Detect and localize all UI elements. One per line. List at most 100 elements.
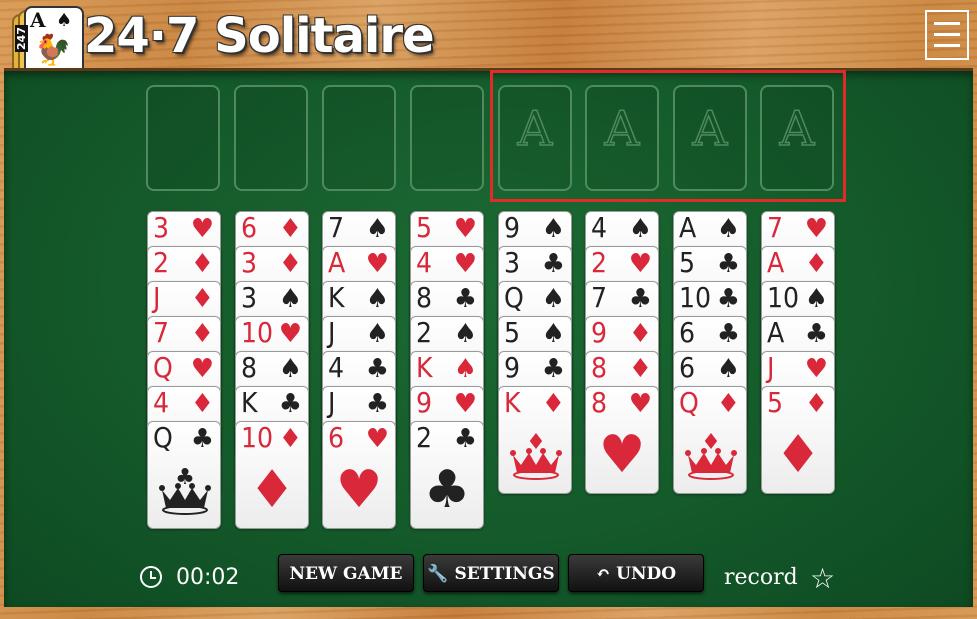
record-link[interactable]: record <box>724 565 798 590</box>
card-center-suit-icon: ♥ <box>598 425 646 485</box>
card-suit-icon: ♣ <box>804 319 828 349</box>
card-rank: 3 <box>504 246 521 279</box>
card-rank: 10 <box>679 281 712 314</box>
card-suit-icon: ♥ <box>453 249 477 279</box>
card-suit-icon: ♦ <box>716 389 740 419</box>
crown-icon: ♣ <box>159 465 211 515</box>
card-center-suit-icon: ♣ <box>423 460 471 520</box>
card-suit-icon: ♣ <box>716 319 740 349</box>
card-center-suit-icon: ♦ <box>248 460 296 520</box>
wrench-icon: 🔧 <box>427 564 449 584</box>
menu-button[interactable] <box>925 10 969 60</box>
foundation-highlight-box <box>490 70 846 202</box>
card-rank: 5 <box>504 316 521 349</box>
crown-icon: ♦ <box>685 430 737 480</box>
card-suit-icon: ♠ <box>804 284 828 314</box>
playing-card[interactable]: 8 ♥ ♥ <box>585 386 659 494</box>
card-rank: 8 <box>241 351 258 384</box>
timer: 00:02 <box>176 565 240 590</box>
hamburger-icon <box>934 44 960 47</box>
card-center-suit-icon: ♥ <box>335 460 383 520</box>
card-suit-icon: ♠ <box>365 284 389 314</box>
card-rank: 5 <box>767 386 784 419</box>
card-suit-icon: ♣ <box>716 249 740 279</box>
card-rank: A <box>328 246 346 279</box>
playing-card[interactable]: 2 ♣ ♣ <box>410 421 484 529</box>
card-rank: 10 <box>767 281 800 314</box>
card-suit-icon: ♦ <box>628 354 652 384</box>
card-rank: 6 <box>679 316 696 349</box>
card-rank: 5 <box>679 246 696 279</box>
card-rank: 8 <box>416 281 433 314</box>
card-suit-icon: ♥ <box>190 214 214 244</box>
card-suit-icon: ♠ <box>453 354 477 384</box>
card-suit-icon: ♦ <box>190 389 214 419</box>
card-rank: 4 <box>591 211 608 244</box>
card-rank: Q <box>153 351 173 384</box>
card-suit-icon: ♠ <box>278 354 302 384</box>
card-suit-icon: ♦ <box>804 249 828 279</box>
card-rank: 3 <box>241 281 258 314</box>
card-rank: 3 <box>241 246 258 279</box>
settings-button[interactable]: 🔧 SETTINGS <box>423 554 559 592</box>
crown-icon: ♦ <box>510 430 562 480</box>
playing-card[interactable]: 5 ♦ ♦ <box>761 386 835 494</box>
card-rank: K <box>241 386 258 419</box>
card-center-suit-icon: ♦ <box>774 425 822 485</box>
page-title: 24·7 Solitaire <box>84 8 435 64</box>
card-rank: 4 <box>416 246 433 279</box>
card-suit-icon: ♦ <box>541 389 565 419</box>
free-cell[interactable] <box>322 85 396 191</box>
card-rank: K <box>504 386 521 419</box>
card-suit-icon: ♥ <box>453 389 477 419</box>
card-rank: 6 <box>679 351 696 384</box>
settings-label: SETTINGS <box>454 564 555 584</box>
undo-icon: ↶ <box>595 564 611 584</box>
playing-card[interactable]: 6 ♥ ♥ <box>322 421 396 529</box>
card-rank: 4 <box>328 351 345 384</box>
card-rank: 7 <box>153 316 170 349</box>
free-cell[interactable] <box>146 85 220 191</box>
card-rank: 9 <box>591 316 608 349</box>
playing-card[interactable]: Q ♦ ♦ <box>673 386 747 494</box>
card-rank: K <box>328 281 345 314</box>
card-rank: 7 <box>328 211 345 244</box>
card-suit-icon: ♥ <box>804 214 828 244</box>
new-game-button[interactable]: NEW GAME <box>278 554 414 592</box>
playing-card[interactable]: Q ♣ ♣ <box>147 421 221 529</box>
card-rank: Q <box>153 421 173 454</box>
card-rank: 5 <box>416 211 433 244</box>
card-suit-icon: ♥ <box>278 319 302 349</box>
undo-label: UNDO <box>616 564 677 584</box>
card-suit-icon: ♥ <box>628 249 652 279</box>
card-rank: J <box>328 316 336 349</box>
card-suit-icon: ♣ <box>628 284 652 314</box>
card-suit-icon: ♦ <box>278 424 302 454</box>
card-rank: 2 <box>153 246 170 279</box>
card-suit-icon: ♥ <box>453 214 477 244</box>
card-rank: 6 <box>328 421 345 454</box>
undo-button[interactable]: ↶ UNDO <box>568 554 704 592</box>
card-suit-icon: ♠ <box>716 354 740 384</box>
card-suit-icon: ♣ <box>365 354 389 384</box>
card-suit-icon: ♥ <box>365 424 389 454</box>
card-suit-icon: ♣ <box>278 389 302 419</box>
star-icon[interactable]: ☆ <box>810 562 835 595</box>
card-suit-icon: ♠ <box>453 319 477 349</box>
card-suit-icon: ♣ <box>365 389 389 419</box>
card-suit-icon: ♦ <box>190 319 214 349</box>
free-cell[interactable] <box>234 85 308 191</box>
free-cell[interactable] <box>410 85 484 191</box>
playing-card[interactable]: K ♦ ♦ <box>498 386 572 494</box>
card-rank: 8 <box>591 351 608 384</box>
rooster-icon: 🐓 <box>34 33 72 68</box>
card-suit-icon: ♠ <box>365 319 389 349</box>
card-suit-icon: ♠ <box>541 284 565 314</box>
card-rank: 3 <box>153 211 170 244</box>
card-suit-icon: ♣ <box>453 284 477 314</box>
playing-card[interactable]: 10 ♦ ♦ <box>235 421 309 529</box>
card-suit-icon: ♠ <box>541 214 565 244</box>
hamburger-icon <box>934 22 960 25</box>
card-suit-icon: ♠ <box>278 284 302 314</box>
card-rank: Q <box>679 386 699 419</box>
